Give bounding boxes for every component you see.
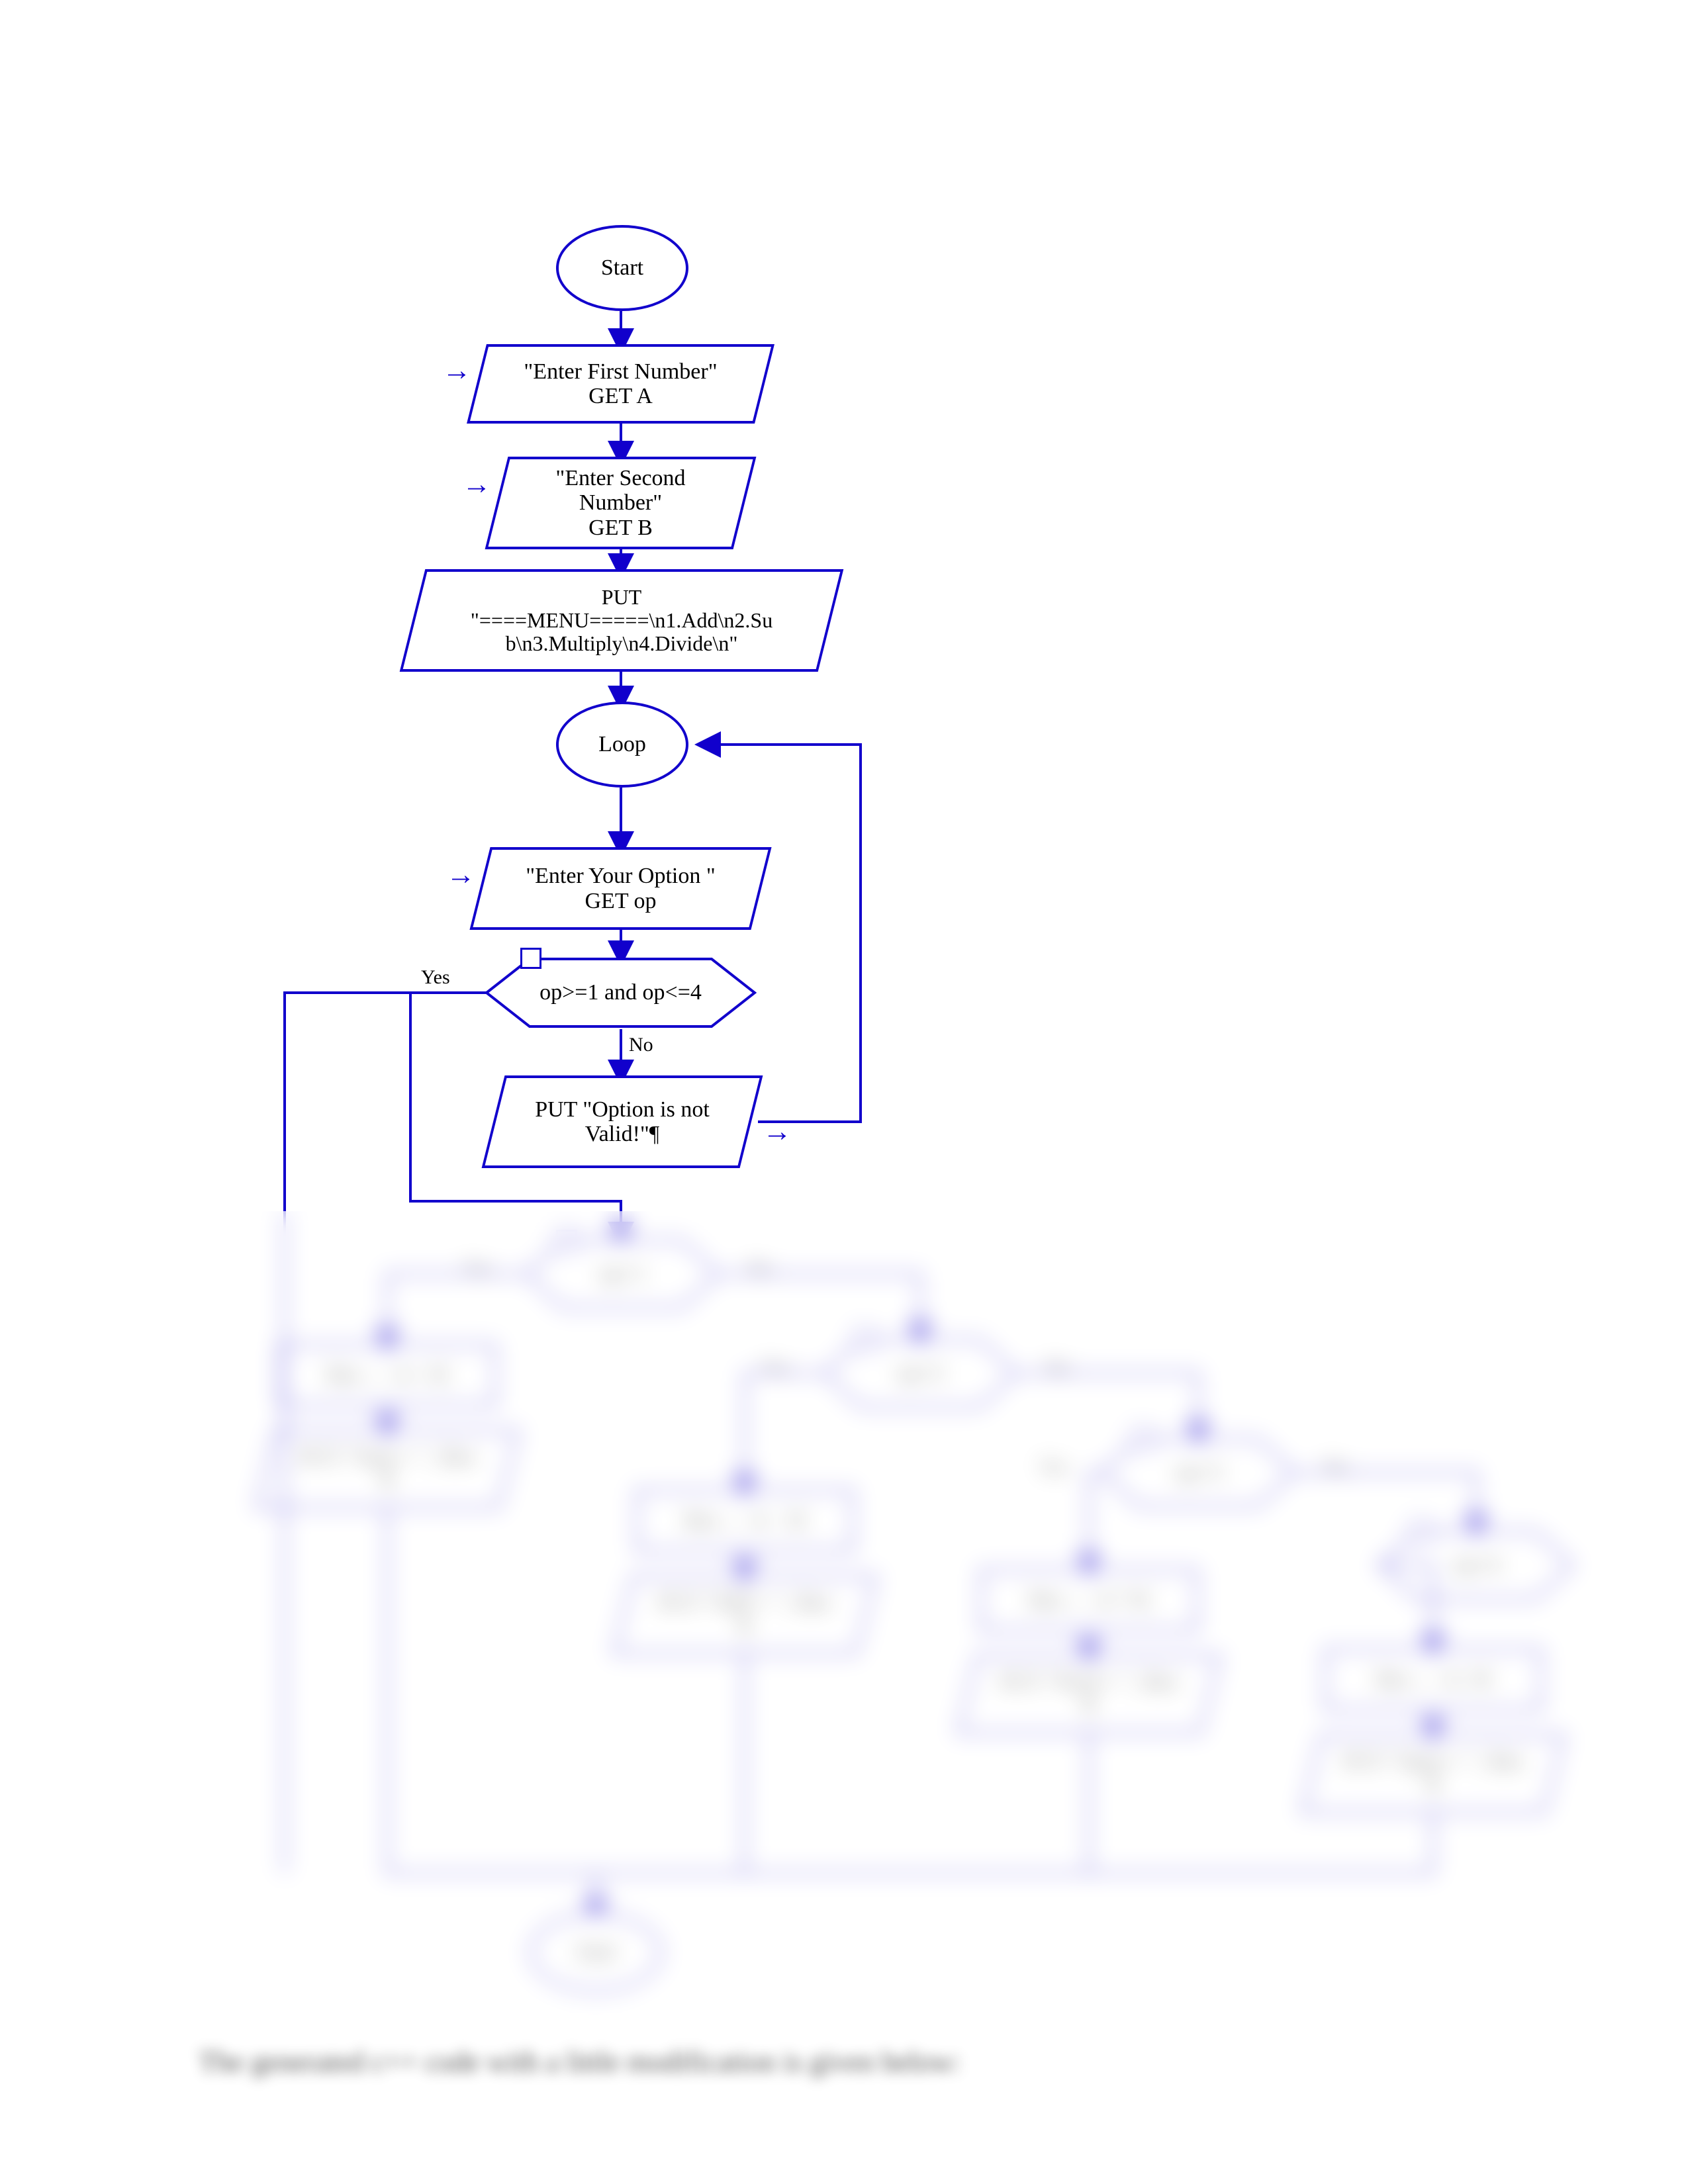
out-mul-1: PUT "Prod = ", Res bbox=[1000, 1670, 1178, 1694]
input-a-line1: "Enter First Number" bbox=[524, 359, 717, 384]
menu-line2: "====MENU=====\n1.Add\n2.Su bbox=[471, 609, 773, 632]
output-div: PUT "Quot = ", Res ¶ bbox=[1301, 1734, 1566, 1813]
input-second-number: "Enter Second Number" GET B bbox=[485, 457, 757, 549]
input-b-line1: "Enter Second bbox=[555, 466, 685, 490]
decision-handle-icon bbox=[520, 948, 541, 969]
opt-line2: GET op bbox=[585, 889, 657, 913]
edge-no-op2: No bbox=[1046, 1357, 1070, 1379]
edge-yes-op1: Yes bbox=[463, 1257, 492, 1280]
loop-node: Loop bbox=[556, 702, 688, 788]
proc-add: Res ← A + B bbox=[327, 1363, 447, 1387]
output-sub: PUT "Diff = ", Res ¶ bbox=[612, 1575, 877, 1655]
menu-line1: PUT bbox=[602, 586, 641, 609]
decision-handle-icon bbox=[556, 1230, 577, 1251]
start-label: Start bbox=[601, 255, 643, 280]
edge-yes-validate: Yes bbox=[421, 966, 450, 989]
start-node: Start bbox=[556, 225, 688, 311]
proc-sub: Res ← A − B bbox=[684, 1508, 805, 1533]
input-first-number: "Enter First Number" GET A bbox=[467, 344, 774, 424]
edge-no-validate: No bbox=[629, 1034, 653, 1056]
decision-handle-icon bbox=[1132, 1428, 1153, 1449]
input-a-line2: GET A bbox=[588, 384, 653, 408]
out-sub-1: PUT "Diff = ", Res bbox=[659, 1590, 831, 1615]
flowchart-diagram: Start "Enter First Number" GET A → "Ente… bbox=[0, 0, 1688, 2184]
process-sub: Res ← A − B bbox=[635, 1489, 854, 1552]
end-node: End bbox=[530, 1913, 662, 1992]
arrow-into-input-a: → bbox=[442, 356, 471, 385]
output-menu: PUT "====MENU=====\n1.Add\n2.Su b\n3.Mul… bbox=[400, 569, 844, 672]
cond-op4: op=4 bbox=[1453, 1553, 1499, 1578]
arrow-out-invalid: → bbox=[763, 1117, 792, 1146]
out-sub-2: ¶ bbox=[739, 1615, 749, 1639]
process-add: Res ← A + B bbox=[278, 1343, 496, 1406]
loop-label: Loop bbox=[598, 732, 646, 756]
arrow-into-option: → bbox=[446, 860, 475, 889]
output-invalid: PUT "Option is not Valid!"¶ bbox=[482, 1075, 763, 1168]
caption-text: The generated c++ code with a little mod… bbox=[199, 2045, 961, 2079]
edge-no-op1: No bbox=[748, 1257, 773, 1280]
cond-op2: op=2 bbox=[897, 1361, 943, 1386]
output-mul: PUT "Prod = ", Res ¶ bbox=[957, 1655, 1221, 1734]
invalid-line2: Valid!"¶ bbox=[585, 1122, 659, 1146]
decision-validate-op: op>=1 and op<=4 bbox=[463, 956, 778, 1029]
input-option: "Enter Your Option " GET op bbox=[469, 847, 771, 930]
cond-op3: op=3 bbox=[1175, 1460, 1221, 1485]
decision-op1: op=1 bbox=[510, 1238, 735, 1310]
out-add-1: PUT "Sum = ", Res bbox=[299, 1445, 475, 1469]
proc-div: Res ← A / B bbox=[1376, 1667, 1490, 1692]
decision-op2: op=2 bbox=[808, 1337, 1033, 1410]
menu-line3: b\n3.Multiply\n4.Divide\n" bbox=[506, 632, 738, 655]
decision-op4: op=4 bbox=[1364, 1529, 1589, 1602]
proc-mul: Res ← A * B bbox=[1029, 1588, 1148, 1612]
validate-cond: op>=1 and op<=4 bbox=[539, 980, 702, 1005]
decision-op3: op=3 bbox=[1086, 1436, 1311, 1509]
decision-handle-icon bbox=[1410, 1521, 1431, 1542]
process-div: Res ← A / B bbox=[1324, 1648, 1542, 1711]
out-div-1: PUT "Quot = ", Res bbox=[1343, 1749, 1523, 1774]
input-b-line2: Number" bbox=[579, 490, 662, 515]
process-mul: Res ← A * B bbox=[980, 1569, 1198, 1631]
cond-op1: op=1 bbox=[599, 1261, 645, 1287]
output-add: PUT "Sum = ", Res ¶ bbox=[255, 1430, 520, 1509]
opt-line1: "Enter Your Option " bbox=[526, 864, 716, 888]
out-mul-2: ¶ bbox=[1084, 1694, 1094, 1719]
out-div-2: ¶ bbox=[1428, 1774, 1438, 1798]
out-add-2: ¶ bbox=[382, 1469, 392, 1494]
arrow-into-input-b: → bbox=[462, 470, 491, 499]
edge-yes-op2: Yes bbox=[761, 1357, 790, 1379]
invalid-line1: PUT "Option is not bbox=[535, 1097, 710, 1122]
edge-no-op3: No bbox=[1324, 1456, 1348, 1479]
input-b-line3: GET B bbox=[588, 516, 653, 540]
edge-yes-op3: Yes bbox=[1039, 1456, 1068, 1479]
decision-handle-icon bbox=[854, 1329, 875, 1350]
end-label: End bbox=[578, 1940, 614, 1964]
